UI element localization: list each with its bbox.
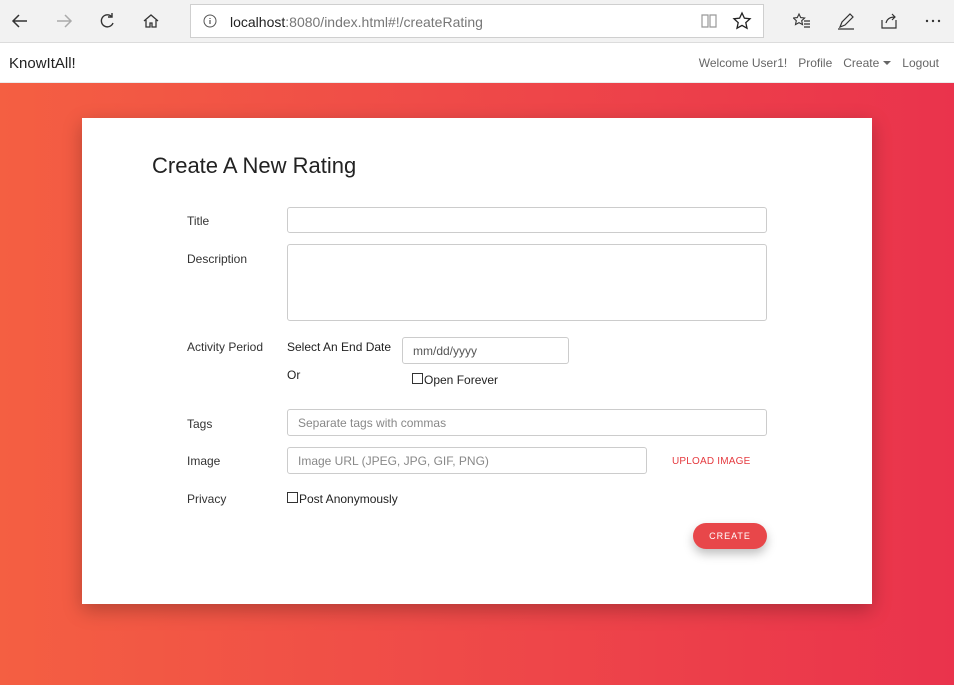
refresh-icon[interactable] xyxy=(92,6,122,36)
page-title: Create A New Rating xyxy=(152,153,357,178)
image-label: Image xyxy=(187,454,221,468)
end-date-input[interactable]: mm/dd/yyyy xyxy=(402,337,569,364)
nav-create-dropdown[interactable]: Create xyxy=(843,56,892,70)
title-label: Title xyxy=(187,214,210,228)
or-text: Or xyxy=(287,368,301,382)
browser-toolbar: localhost:8080/index.html#!/createRating xyxy=(0,0,954,43)
description-textarea[interactable] xyxy=(287,244,767,321)
description-label: Description xyxy=(187,252,248,266)
open-forever-label: Open Forever xyxy=(424,373,499,387)
address-bar[interactable]: localhost:8080/index.html#!/createRating xyxy=(190,4,764,38)
caret-down-icon xyxy=(883,61,892,65)
back-icon[interactable] xyxy=(5,6,35,36)
reading-view-icon[interactable] xyxy=(700,12,718,30)
star-icon[interactable] xyxy=(732,11,752,31)
open-forever-checkbox[interactable] xyxy=(412,373,423,384)
info-icon[interactable] xyxy=(203,14,217,28)
share-icon[interactable] xyxy=(874,6,904,36)
forward-icon[interactable] xyxy=(49,6,79,36)
image-url-input[interactable]: Image URL (JPEG, JPG, GIF, PNG) xyxy=(287,447,647,474)
tags-label: Tags xyxy=(187,417,213,431)
title-input[interactable] xyxy=(287,207,767,233)
create-rating-card: Create A New Rating Title Description Ac… xyxy=(82,118,872,604)
url-text: localhost:8080/index.html#!/createRating xyxy=(230,14,483,30)
pen-icon[interactable] xyxy=(831,6,861,36)
create-button[interactable]: CREATE xyxy=(693,523,767,549)
upload-image-button[interactable]: UPLOAD IMAGE xyxy=(672,456,751,467)
post-anonymously-label: Post Anonymously xyxy=(299,492,398,506)
home-icon[interactable] xyxy=(136,6,166,36)
brand-logo[interactable]: KnowItAll! xyxy=(9,55,76,72)
activity-period-label: Activity Period xyxy=(187,340,264,354)
nav-logout-link[interactable]: Logout xyxy=(902,56,939,70)
welcome-text: Welcome User1! xyxy=(698,56,788,70)
nav-links: Welcome User1! Profile Create Logout xyxy=(699,56,939,70)
privacy-label: Privacy xyxy=(187,492,227,506)
more-icon[interactable] xyxy=(918,6,948,36)
app-navbar: KnowItAll! Welcome User1! Profile Create… xyxy=(0,43,954,83)
nav-profile-link[interactable]: Profile xyxy=(798,56,832,70)
favorites-icon[interactable] xyxy=(787,6,817,36)
select-end-date-text: Select An End Date xyxy=(287,340,392,354)
post-anonymously-checkbox[interactable] xyxy=(287,492,298,503)
tags-input[interactable]: Separate tags with commas xyxy=(287,409,767,436)
